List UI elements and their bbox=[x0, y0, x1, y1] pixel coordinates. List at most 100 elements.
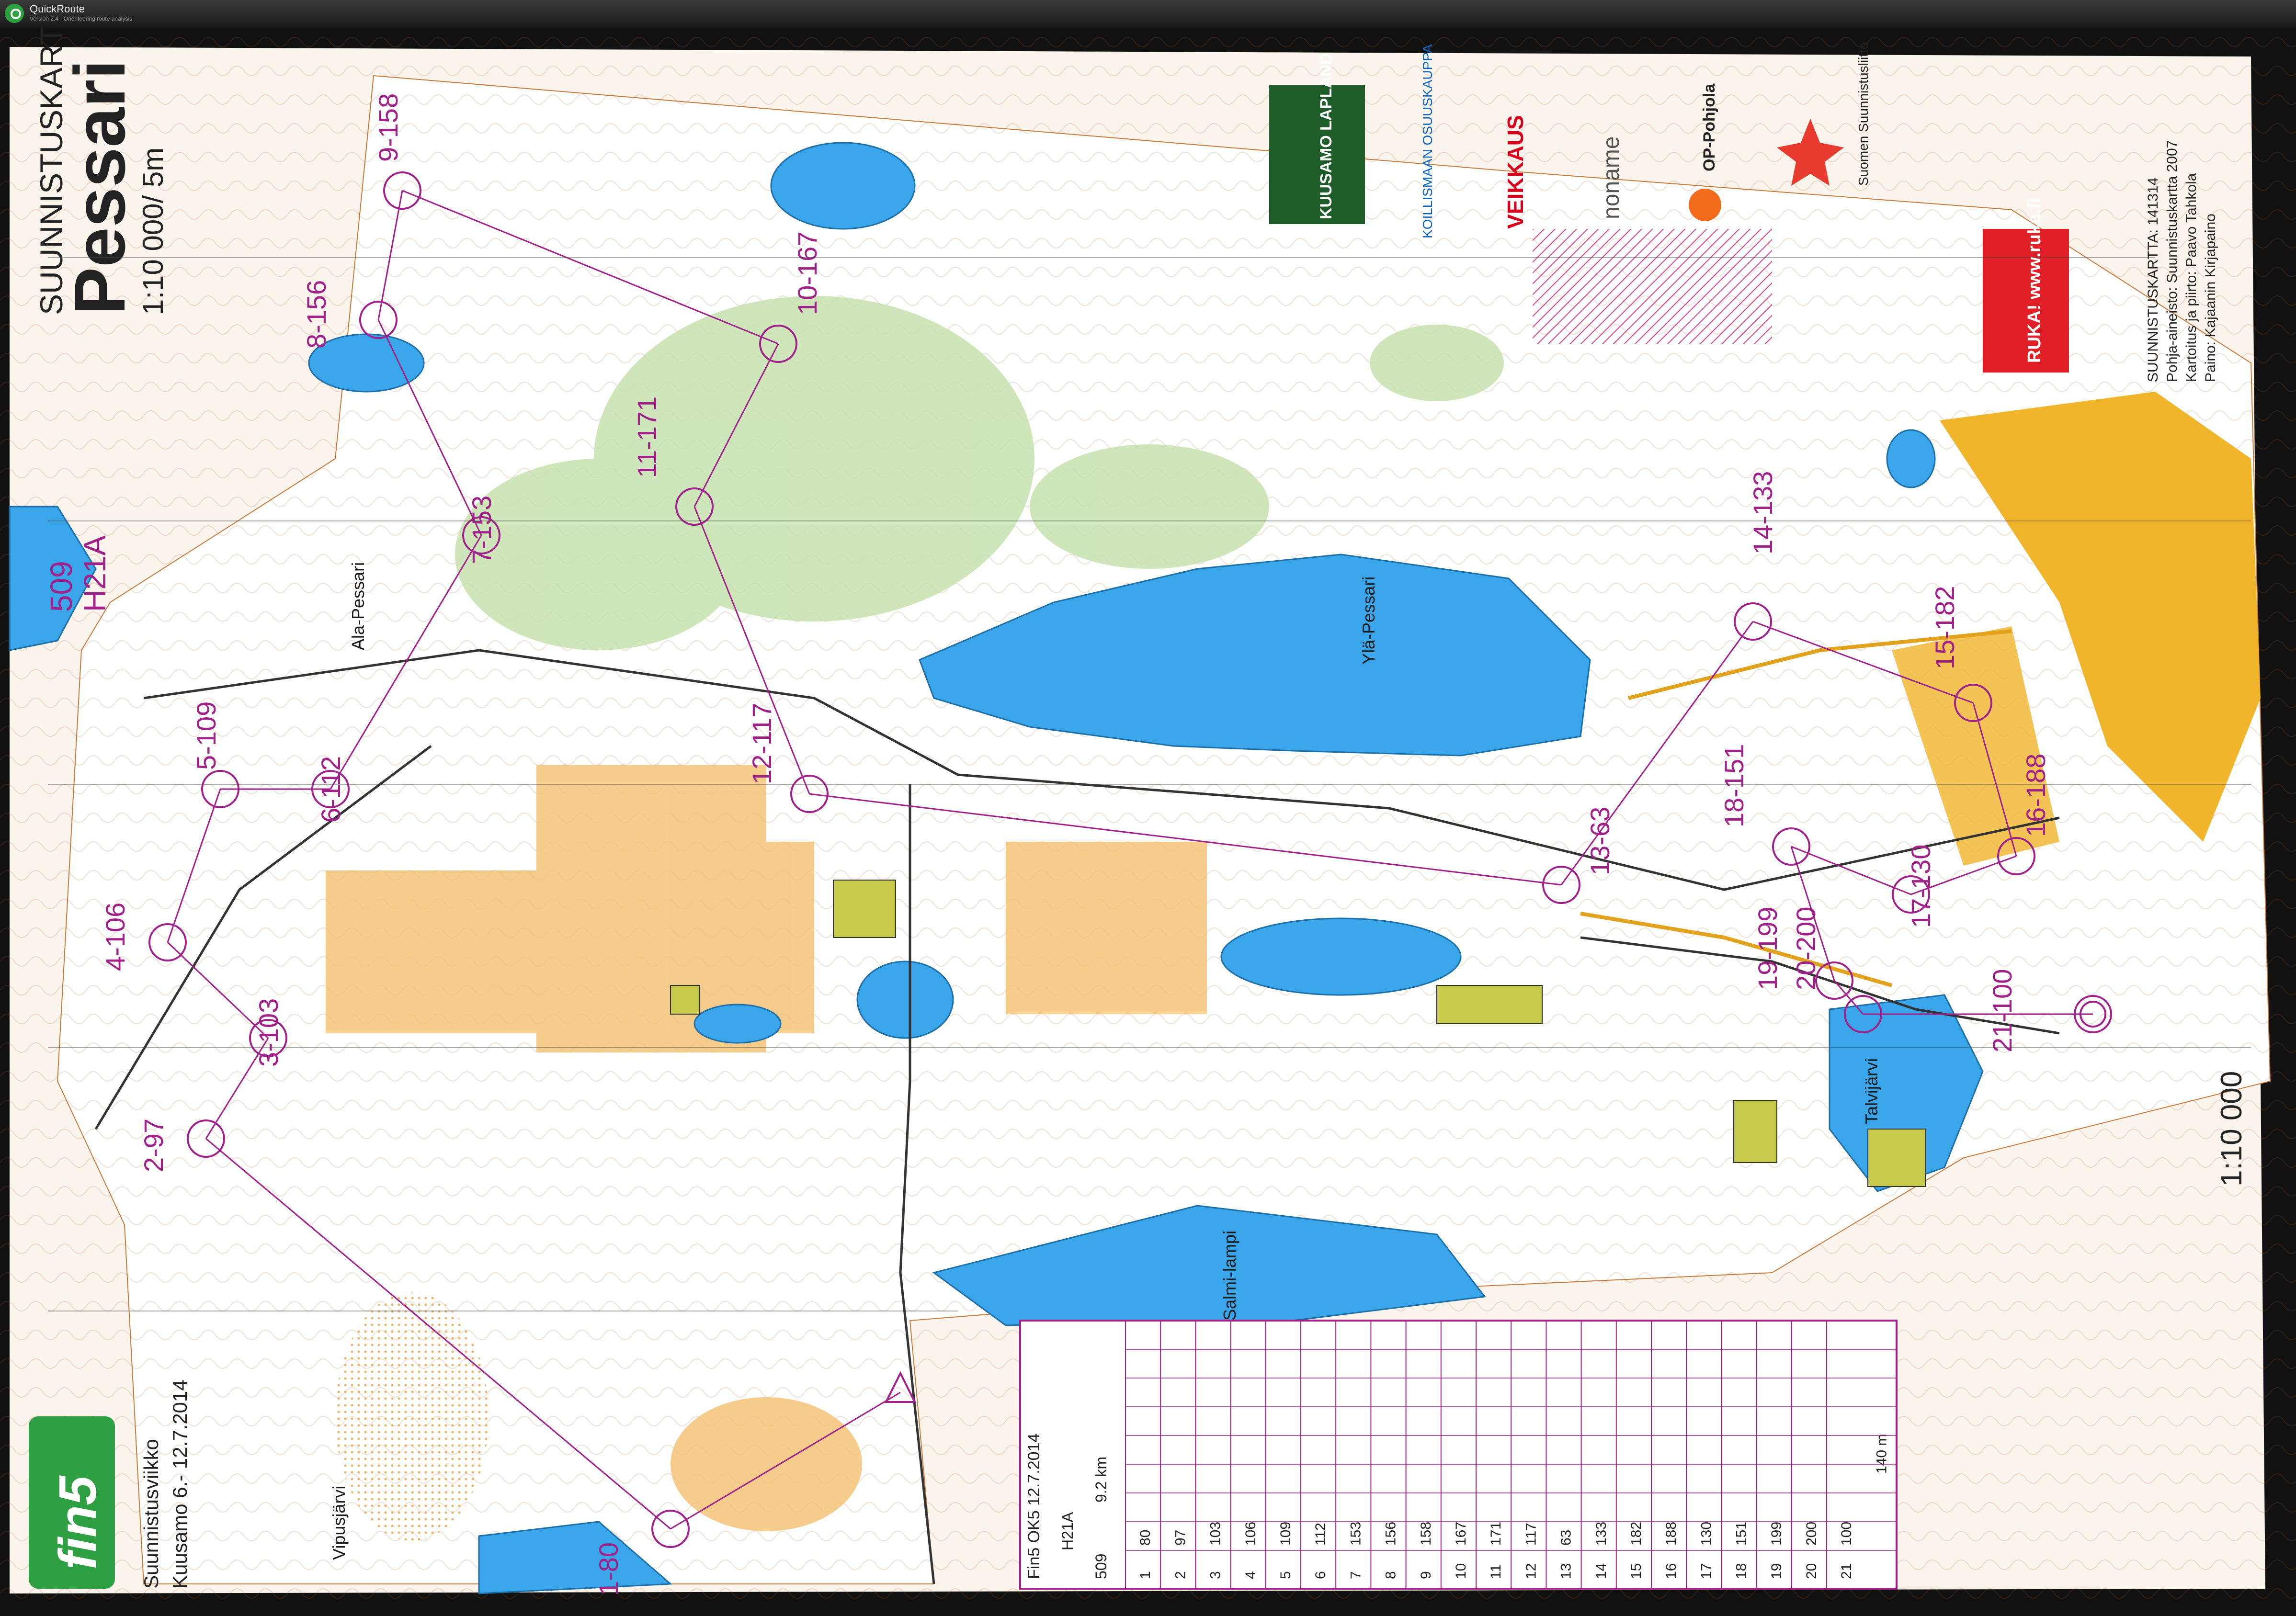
sheet-row-number: 9 bbox=[1418, 1571, 1434, 1579]
orienteering-map[interactable]: 1-80 2-97 3-103 4-106 5-109 6-112 7-153 8-156 9-… bbox=[0, 28, 2296, 1616]
lake-label-yla-pessari: Ylä-Pessari bbox=[1359, 576, 1378, 665]
course-code: 509 bbox=[44, 561, 79, 612]
sheet-row-code: 156 bbox=[1383, 1522, 1399, 1546]
control-label: 1-80 bbox=[593, 1542, 624, 1596]
sponsor-ruka: RUKA! www.ruka.fi bbox=[2024, 198, 2045, 363]
sheet-row-number: 11 bbox=[1488, 1564, 1504, 1579]
map-name: Pessari bbox=[59, 59, 140, 315]
control-label: 17-130 bbox=[1906, 845, 1936, 928]
sponsor-kuusamo: KUUSAMO LAPLAND bbox=[1317, 53, 1335, 219]
credit-line-3: Kartoitus ja piirto: Paavo Tahkola bbox=[2183, 173, 2199, 382]
event-line2: Kuusamo 6.- 12.7.2014 bbox=[169, 1379, 191, 1589]
sheet-row-number: 16 bbox=[1663, 1563, 1679, 1579]
window-titlebar: QuickRoute Version 2.4 · Orienteering ro… bbox=[0, 0, 2296, 29]
control-label: 14-133 bbox=[1748, 471, 1778, 554]
lake-upper bbox=[770, 142, 916, 230]
sheet-row-code: 100 bbox=[1839, 1522, 1854, 1546]
sheet-row-code: 117 bbox=[1523, 1523, 1539, 1546]
lake-top-right bbox=[1886, 429, 1936, 488]
sheet-row-number: 19 bbox=[1769, 1563, 1785, 1579]
window-subtitle: Version 2.4 · Orienteering route analysi… bbox=[30, 15, 133, 22]
restricted-area bbox=[1533, 229, 1772, 344]
credit-line-4: Paino: Kajaanin Kirjapaino bbox=[2203, 214, 2218, 382]
control-label: 10-167 bbox=[792, 232, 822, 315]
sheet-row-code: 106 bbox=[1243, 1522, 1259, 1546]
sheet-row-number: 1 bbox=[1137, 1571, 1153, 1579]
sheet-header: Fin5 OK5 12.7.2014 bbox=[1025, 1434, 1043, 1579]
sheet-row-number: 15 bbox=[1628, 1563, 1644, 1579]
sheet-row-code: 158 bbox=[1418, 1522, 1434, 1546]
control-label: 21-100 bbox=[1987, 969, 2017, 1052]
sheet-row-number: 14 bbox=[1593, 1563, 1609, 1579]
control-label: 20-200 bbox=[1791, 907, 1821, 990]
control-label: 9-158 bbox=[373, 93, 403, 162]
course-class: H21A bbox=[78, 535, 112, 612]
sheet-row-code: 130 bbox=[1698, 1522, 1714, 1546]
quickroute-app-icon bbox=[5, 4, 24, 23]
sheet-row-code: 112 bbox=[1313, 1523, 1329, 1546]
sheet-row-code: 171 bbox=[1488, 1522, 1504, 1546]
sheet-row-code: 151 bbox=[1734, 1522, 1750, 1546]
lake-label-ala-pessari: Ala-Pessari bbox=[348, 562, 368, 650]
control-label: 18-151 bbox=[1719, 744, 1749, 827]
sheet-row-code: 167 bbox=[1453, 1522, 1469, 1546]
sheet-row-number: 17 bbox=[1698, 1563, 1714, 1579]
sheet-row-number: 18 bbox=[1734, 1563, 1750, 1579]
lake-label-salmilampi: Salmi-lampi bbox=[1220, 1231, 1239, 1321]
control-label: 13-63 bbox=[1585, 807, 1615, 875]
lake-center bbox=[856, 961, 954, 1039]
sheet-finish-distance: 140 m bbox=[1874, 1434, 1889, 1474]
control-description-sheet: Fin5 OK5 12.7.2014 H21A5099.2 km180297310… bbox=[1019, 1320, 1898, 1590]
sponsor-veikkaus: VEIKKAUS bbox=[1503, 115, 1528, 229]
control-label: 12-117 bbox=[747, 703, 777, 784]
sponsor-ssl: Suomen Suunnistusliitto bbox=[1856, 42, 1871, 186]
sheet-row-number: 7 bbox=[1348, 1571, 1364, 1579]
sheet-row-number: 20 bbox=[1804, 1563, 1819, 1579]
sheet-row-number: 21 bbox=[1839, 1563, 1854, 1579]
sheet-row-number: 2 bbox=[1172, 1571, 1188, 1579]
event-line1: Suunnistusviikko bbox=[140, 1439, 162, 1589]
window-title: QuickRoute bbox=[30, 3, 85, 15]
op-pohjola-icon bbox=[1689, 189, 1721, 221]
credit-line-1: SUUNNISTUSKARTTA: 141314 bbox=[2145, 178, 2161, 382]
sheet-row-code: 182 bbox=[1628, 1522, 1644, 1546]
sheet-row-code: 188 bbox=[1663, 1522, 1679, 1546]
control-label: 11-171 bbox=[632, 396, 662, 478]
control-label: 15-182 bbox=[1930, 586, 1960, 669]
sheet-row-code: 200 bbox=[1804, 1522, 1819, 1546]
control-label: 19-199 bbox=[1752, 907, 1783, 990]
lake-label-vipusjarvi: Vipusjärvi bbox=[329, 1486, 349, 1560]
sheet-row-number: 8 bbox=[1383, 1571, 1399, 1579]
sheet-row-code: 133 bbox=[1593, 1522, 1609, 1546]
sheet-row-number: 12 bbox=[1523, 1563, 1539, 1579]
sheet-row-number: 4 bbox=[1243, 1571, 1259, 1579]
sheet-row-code: 199 bbox=[1769, 1522, 1785, 1546]
map-scale-line: 1:10 000/ 5m bbox=[137, 147, 169, 315]
sheet-class: H21A bbox=[1059, 1512, 1076, 1550]
sheet-row-code: 153 bbox=[1348, 1522, 1364, 1546]
sheet-row-number: 5 bbox=[1278, 1571, 1294, 1579]
control-label: 4-106 bbox=[100, 903, 130, 971]
sheet-row-code: 109 bbox=[1278, 1522, 1294, 1546]
sheet-row-code: 80 bbox=[1137, 1530, 1153, 1546]
scale-right: 1:10 000 bbox=[2215, 1071, 2248, 1187]
control-label: 8-156 bbox=[301, 280, 331, 349]
lake-center-2 bbox=[693, 1004, 782, 1044]
control-label: 5-109 bbox=[191, 701, 221, 770]
sponsor-op-pohjola: OP-Pohjola bbox=[1700, 83, 1718, 171]
control-label: 6-112 bbox=[316, 756, 346, 823]
fin5-logo-text: fin5 bbox=[48, 1475, 107, 1570]
sheet-row-number: 13 bbox=[1558, 1563, 1574, 1579]
sponsor-koillismaan: KOILLISMAAN OSUUSKAUPPA bbox=[1420, 44, 1435, 238]
control-label: 3-103 bbox=[253, 998, 284, 1067]
sponsor-noname: noname bbox=[1599, 136, 1624, 219]
sheet-row-number: 10 bbox=[1453, 1563, 1469, 1579]
credit-line-2: Pohja-aineisto: Suunnistuskartta 2007 bbox=[2164, 140, 2180, 382]
sheet-row-number: 6 bbox=[1313, 1571, 1329, 1579]
lake-mid bbox=[1220, 917, 1462, 996]
sheet-row-code: 97 bbox=[1172, 1530, 1188, 1546]
control-label: 2-97 bbox=[138, 1119, 169, 1172]
sheet-row-code: 103 bbox=[1208, 1522, 1224, 1546]
lake-label-talvijarvi: Talvijärvi bbox=[1862, 1058, 1881, 1124]
sheet-row-number: 3 bbox=[1208, 1571, 1224, 1579]
